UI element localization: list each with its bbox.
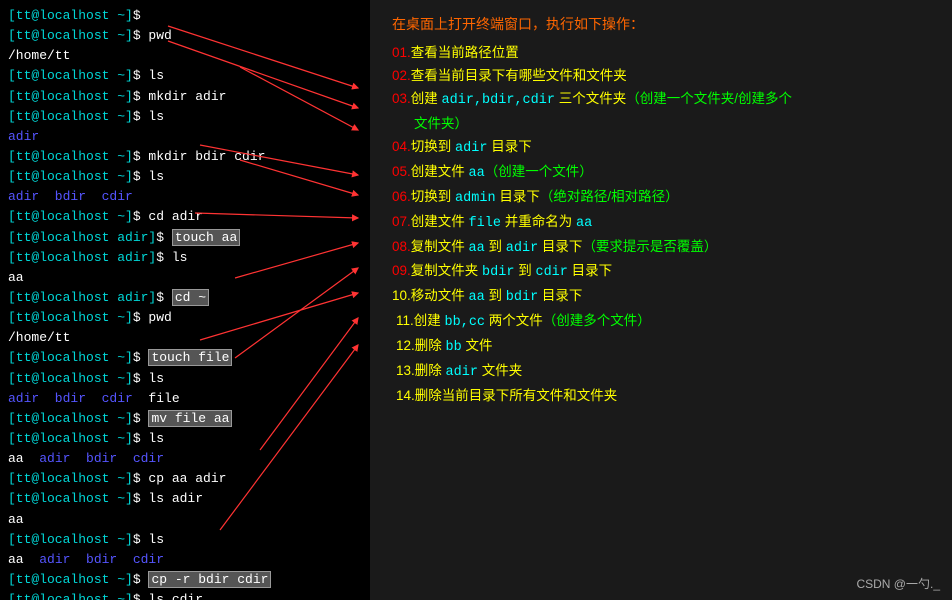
terminal-content: [tt@localhost ~]$ [tt@localhost ~]$ pwd … — [8, 6, 362, 600]
line-5: [tt@localhost ~]$ mkdir adir — [8, 87, 362, 107]
line-29: [tt@localhost ~]$ cp -r bdir cdir — [8, 570, 362, 590]
line-16: [tt@localhost ~]$ pwd — [8, 308, 362, 328]
panel-intro: 在桌面上打开终端窗口，执行如下操作： — [392, 14, 934, 34]
line-6: [tt@localhost ~]$ ls — [8, 107, 362, 127]
instr-12: 12.删除 bb 文件 — [392, 335, 934, 360]
instr-08: 08.复制文件 aa 到 adir 目录下（要求提示是否覆盖） — [392, 236, 934, 261]
line-21: [tt@localhost ~]$ mv file aa — [8, 409, 362, 429]
line-28: aa adir bdir cdir — [8, 550, 362, 570]
instr-03b: 文件夹） — [392, 113, 934, 136]
line-13: [tt@localhost adir]$ ls — [8, 248, 362, 268]
line-15: [tt@localhost adir]$ cd ~ — [8, 288, 362, 308]
watermark: CSDN @一勺._ — [856, 575, 940, 592]
line-9: [tt@localhost ~]$ ls — [8, 167, 362, 187]
instruction-panel: 在桌面上打开终端窗口，执行如下操作： 01.查看当前路径位置 02.查看当前目录… — [370, 0, 952, 600]
line-11: [tt@localhost ~]$ cd adir — [8, 207, 362, 227]
line-24: [tt@localhost ~]$ cp aa adir — [8, 469, 362, 489]
instr-10: 10.移动文件 aa 到 bdir 目录下 — [392, 285, 934, 310]
line-20: adir bdir cdir file — [8, 389, 362, 409]
line-22: [tt@localhost ~]$ ls — [8, 429, 362, 449]
line-30: [tt@localhost ~]$ ls cdir — [8, 590, 362, 600]
line-10: adir bdir cdir — [8, 187, 362, 207]
line-2: [tt@localhost ~]$ pwd — [8, 26, 362, 46]
line-26: aa — [8, 510, 362, 530]
line-8: [tt@localhost ~]$ mkdir bdir cdir — [8, 147, 362, 167]
line-4: [tt@localhost ~]$ ls — [8, 66, 362, 86]
instr-11: 11.创建 bb,cc 两个文件（创建多个文件） — [392, 310, 934, 335]
instr-09: 09.复制文件夹 bdir 到 cdir 目录下 — [392, 260, 934, 285]
line-17: /home/tt — [8, 328, 362, 348]
line-7: adir — [8, 127, 362, 147]
instr-05: 05.创建文件 aa（创建一个文件） — [392, 161, 934, 186]
line-1: [tt@localhost ~]$ — [8, 6, 362, 26]
instr-01: 01.查看当前路径位置 — [392, 42, 934, 65]
line-19: [tt@localhost ~]$ ls — [8, 369, 362, 389]
terminal-pane: [tt@localhost ~]$ [tt@localhost ~]$ pwd … — [0, 0, 370, 600]
instr-02: 02.查看当前目录下有哪些文件和文件夹 — [392, 65, 934, 88]
line-25: [tt@localhost ~]$ ls adir — [8, 489, 362, 509]
line-12: [tt@localhost adir]$ touch aa — [8, 228, 362, 248]
instr-07: 07.创建文件 file 并重命名为 aa — [392, 211, 934, 236]
line-3: /home/tt — [8, 46, 362, 66]
line-27: [tt@localhost ~]$ ls — [8, 530, 362, 550]
line-18: [tt@localhost ~]$ touch file — [8, 348, 362, 368]
line-14: aa — [8, 268, 362, 288]
instr-06: 06.切换到 admin 目录下（绝对路径/相对路径） — [392, 186, 934, 211]
instr-13: 13.删除 adir 文件夹 — [392, 360, 934, 385]
instr-04: 04.切换到 adir 目录下 — [392, 136, 934, 161]
line-23: aa adir bdir cdir — [8, 449, 362, 469]
instr-03: 03.创建 adir,bdir,cdir 三个文件夹（创建一个文件夹/创建多个 — [392, 88, 934, 113]
instr-14: 14.删除当前目录下所有文件和文件夹 — [392, 385, 934, 408]
